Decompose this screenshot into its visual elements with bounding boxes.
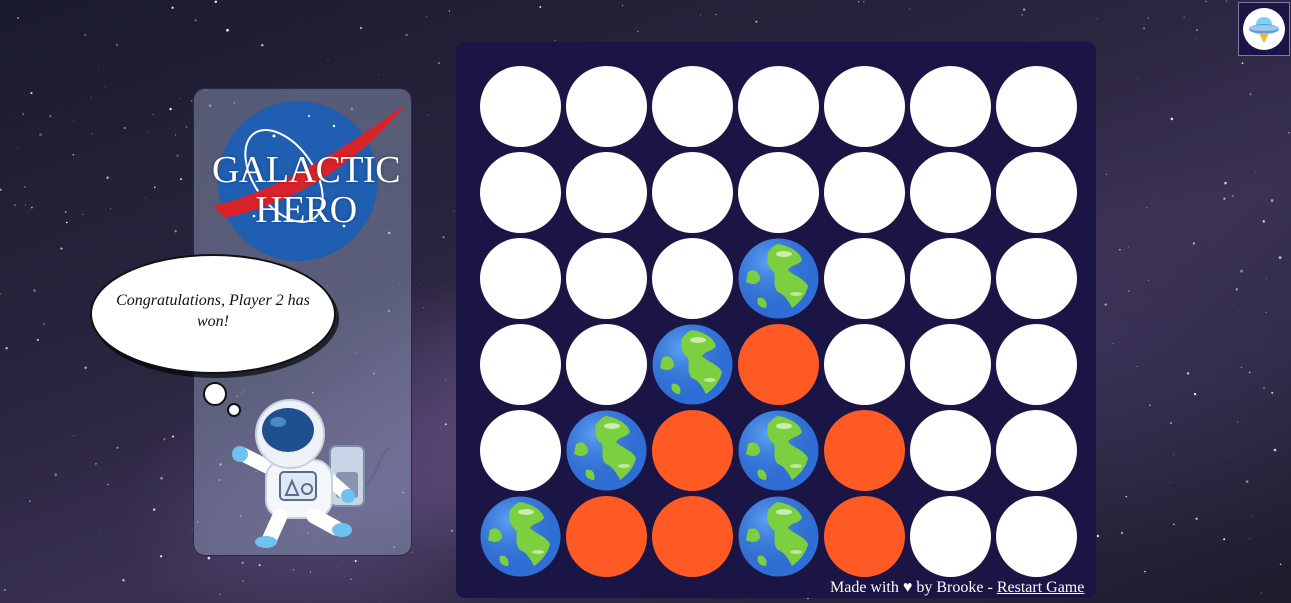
restart-game-link[interactable]: Restart Game bbox=[997, 579, 1085, 596]
board-cell-player2-earth[interactable] bbox=[652, 324, 733, 405]
board-cell-empty[interactable] bbox=[652, 238, 733, 319]
board-cell-empty[interactable] bbox=[910, 324, 991, 405]
board-cell-player1[interactable] bbox=[738, 324, 819, 405]
board-cell-empty[interactable] bbox=[480, 152, 561, 233]
board-cell-player1[interactable] bbox=[566, 496, 647, 577]
footer-made-with: Made with bbox=[830, 579, 899, 596]
winner-message: Congratulations, Player 2 has won! bbox=[116, 292, 310, 330]
earth-globe-icon bbox=[738, 496, 819, 577]
board-cell-player2-earth[interactable] bbox=[738, 410, 819, 491]
board-cell-empty[interactable] bbox=[480, 410, 561, 491]
board-cell-empty[interactable] bbox=[824, 238, 905, 319]
board-cell-empty[interactable] bbox=[824, 66, 905, 147]
board-cell-player1[interactable] bbox=[824, 410, 905, 491]
board-cell-empty[interactable] bbox=[996, 324, 1077, 405]
board-cell-empty[interactable] bbox=[480, 66, 561, 147]
speech-bubble: Congratulations, Player 2 has won! bbox=[90, 254, 336, 374]
board-grid bbox=[480, 66, 1078, 580]
board-cell-empty[interactable] bbox=[738, 66, 819, 147]
board-cell-player2-earth[interactable] bbox=[738, 238, 819, 319]
board-cell-player2-earth[interactable] bbox=[480, 496, 561, 577]
board-cell-empty[interactable] bbox=[480, 324, 561, 405]
board-cell-empty[interactable] bbox=[824, 324, 905, 405]
earth-globe-icon bbox=[480, 496, 561, 577]
board-cell-empty[interactable] bbox=[996, 66, 1077, 147]
board-cell-empty[interactable] bbox=[996, 238, 1077, 319]
board-cell-empty[interactable] bbox=[652, 66, 733, 147]
board-cell-empty[interactable] bbox=[910, 66, 991, 147]
thought-dot-large bbox=[203, 382, 227, 406]
board-cell-empty[interactable] bbox=[566, 324, 647, 405]
board-cell-empty[interactable] bbox=[824, 152, 905, 233]
logo-title: GALACTIC HERO bbox=[198, 150, 414, 230]
logo-title-line1: GALACTIC bbox=[211, 149, 401, 191]
board-cell-empty[interactable] bbox=[480, 238, 561, 319]
earth-globe-icon bbox=[738, 410, 819, 491]
earth-globe-icon bbox=[566, 410, 647, 491]
board-cell-player1[interactable] bbox=[652, 410, 733, 491]
board-cell-empty[interactable] bbox=[910, 238, 991, 319]
footer-author: by Brooke - bbox=[916, 579, 993, 596]
board-cell-empty[interactable] bbox=[652, 152, 733, 233]
board-cell-empty[interactable] bbox=[566, 66, 647, 147]
board-cell-empty[interactable] bbox=[910, 496, 991, 577]
heart-icon: ♥ bbox=[902, 579, 913, 596]
logo-title-line2: HERO bbox=[255, 189, 357, 231]
board-cell-empty[interactable] bbox=[738, 152, 819, 233]
board-cell-empty[interactable] bbox=[910, 152, 991, 233]
board-cell-empty[interactable] bbox=[996, 410, 1077, 491]
earth-globe-icon bbox=[738, 238, 819, 319]
board-cell-player2-earth[interactable] bbox=[738, 496, 819, 577]
board-cell-empty[interactable] bbox=[996, 152, 1077, 233]
footer: Made with ♥ by Brooke - Restart Game bbox=[830, 579, 1090, 597]
board-cell-empty[interactable] bbox=[566, 152, 647, 233]
ufo-button[interactable] bbox=[1238, 2, 1290, 56]
board-cell-empty[interactable] bbox=[996, 496, 1077, 577]
earth-globe-icon bbox=[652, 324, 733, 405]
ufo-icon bbox=[1243, 8, 1285, 50]
board-cell-empty[interactable] bbox=[566, 238, 647, 319]
board-cell-player2-earth[interactable] bbox=[566, 410, 647, 491]
astronaut-illustration bbox=[232, 399, 389, 548]
board-cell-player1[interactable] bbox=[824, 496, 905, 577]
board-cell-empty[interactable] bbox=[910, 410, 991, 491]
board-cell-player1[interactable] bbox=[652, 496, 733, 577]
